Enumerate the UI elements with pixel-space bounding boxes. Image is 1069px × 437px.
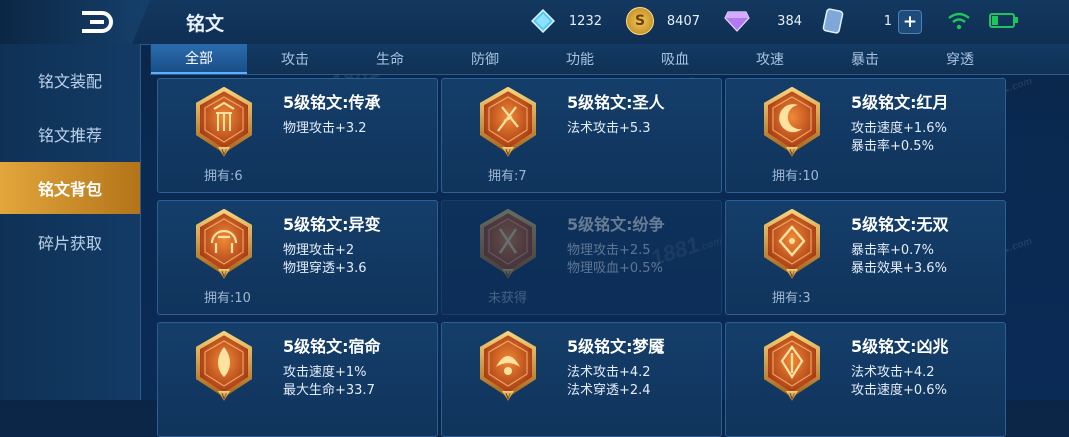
rune-emblem-icon [196, 331, 252, 403]
rune-emblem-icon [480, 209, 536, 281]
coin-counter: S 8407 [626, 7, 700, 35]
sidebar-item-equip[interactable]: 铭文装配 [0, 54, 140, 106]
rune-stat: 法术攻击+5.3 [567, 121, 651, 136]
gem-counter: 384 [724, 8, 802, 34]
sidebar-item-fragments[interactable]: 碎片获取 [0, 216, 140, 268]
rune-stat: 暴击效果+3.6% [851, 261, 947, 276]
tab-health[interactable]: 生命 [342, 44, 438, 74]
top-bar: 铭文 1232 S 8407 384 1 + [0, 0, 1069, 45]
tab-attack[interactable]: 攻击 [247, 44, 343, 74]
rune-name: 5级铭文:梦魇 [567, 337, 665, 356]
rune-card-suming[interactable]: 5级铭文:宿命 攻击速度+1% 最大生命+33.7 [157, 322, 438, 437]
back-button[interactable] [0, 0, 150, 44]
plus-icon: + [902, 12, 918, 32]
rune-emblem-icon [196, 87, 252, 159]
rune-card-hongyue[interactable]: 5级铭文:红月 攻击速度+1.6% 暴击率+0.5% 拥有:10 [725, 78, 1006, 193]
rune-card-chuancheng[interactable]: 5级铭文:传承 物理攻击+3.2 拥有:6 [157, 78, 438, 193]
rune-name: 5级铭文:红月 [851, 93, 949, 112]
owned-count: 拥有:3 [772, 291, 811, 306]
rune-stat: 暴击率+0.5% [851, 139, 934, 154]
rune-name: 5级铭文:纷争 [567, 215, 665, 234]
rune-card-shengren[interactable]: 5级铭文:圣人 法术攻击+5.3 拥有:7 [441, 78, 722, 193]
sidebar-item-backpack[interactable]: 铭文背包 [0, 162, 140, 214]
owned-count: 拥有:10 [204, 291, 251, 306]
rune-stat: 物理攻击+3.2 [283, 121, 367, 136]
gem-icon [724, 8, 750, 34]
rune-card-xiongzhao[interactable]: 5级铭文:凶兆 法术攻击+4.2 攻击速度+0.6% [725, 322, 1006, 437]
rune-emblem-icon [480, 331, 536, 403]
rune-card-fenzheng[interactable]: 5级铭文:纷争 物理攻击+2.5 物理吸血+0.5% 未获得 [441, 200, 722, 315]
rune-stat: 最大生命+33.7 [283, 383, 375, 398]
owned-count: 拥有:6 [204, 169, 243, 184]
rune-name: 5级铭文:传承 [283, 93, 381, 112]
rune-name: 5级铭文:异变 [283, 215, 381, 234]
diamond-counter: 1232 [530, 8, 602, 34]
tab-function[interactable]: 功能 [532, 44, 628, 74]
wifi-icon [948, 12, 970, 30]
sidebar-item-recommend[interactable]: 铭文推荐 [0, 108, 140, 160]
rune-card-mengyan[interactable]: 5级铭文:梦魇 法术攻击+4.2 法术穿透+2.4 [441, 322, 722, 437]
rune-stat: 物理吸血+0.5% [567, 261, 663, 276]
page-title: 铭文 [186, 13, 225, 35]
battery-icon [989, 13, 1018, 28]
rune-stat: 攻击速度+1.6% [851, 121, 947, 136]
owned-status: 未获得 [488, 291, 528, 306]
rune-stat: 物理攻击+2.5 [567, 243, 651, 258]
owned-count: 拥有:10 [772, 169, 819, 184]
rune-name: 5级铭文:无双 [851, 215, 949, 234]
rune-stat: 物理穿透+3.6 [283, 261, 367, 276]
filter-tabs: 全部 攻击 生命 防御 功能 吸血 攻速 暴击 穿透 [150, 44, 1069, 75]
rune-stat: 物理攻击+2 [283, 243, 355, 258]
rune-emblem-icon [196, 209, 252, 281]
rune-stat: 法术穿透+2.4 [567, 383, 651, 398]
tab-lifesteal[interactable]: 吸血 [627, 44, 723, 74]
rune-emblem-icon [764, 209, 820, 281]
back-arrow-icon [82, 11, 113, 33]
add-currency-button[interactable]: + [898, 10, 922, 34]
rune-emblem-icon [764, 87, 820, 159]
tab-penetration[interactable]: 穿透 [912, 44, 1008, 74]
coin-icon: S [626, 7, 654, 35]
rune-card-wushuang[interactable]: 5级铭文:无双 暴击率+0.7% 暴击效果+3.6% 拥有:3 [725, 200, 1006, 315]
rune-emblem-icon [764, 331, 820, 403]
sidebar: 铭文装配 铭文推荐 铭文背包 碎片获取 [0, 44, 141, 400]
rune-card-yibian[interactable]: 5级铭文:异变 物理攻击+2 物理穿透+3.6 拥有:10 [157, 200, 438, 315]
rune-name: 5级铭文:凶兆 [851, 337, 949, 356]
rune-stat: 暴击率+0.7% [851, 243, 934, 258]
tab-defense[interactable]: 防御 [437, 44, 533, 74]
owned-count: 拥有:7 [488, 169, 527, 184]
rune-stat: 攻击速度+1% [283, 365, 367, 380]
rune-stat: 攻击速度+0.6% [851, 383, 947, 398]
tab-crit[interactable]: 暴击 [817, 44, 913, 74]
rune-name: 5级铭文:宿命 [283, 337, 381, 356]
diamond-icon [530, 8, 556, 34]
rune-stat: 法术攻击+4.2 [567, 365, 651, 380]
card-counter: 1 [820, 8, 892, 34]
rune-name: 5级铭文:圣人 [567, 93, 665, 112]
rune-stat: 法术攻击+4.2 [851, 365, 935, 380]
tab-attack-speed[interactable]: 攻速 [722, 44, 818, 74]
card-icon [820, 8, 846, 34]
rune-emblem-icon [480, 87, 536, 159]
tab-all[interactable]: 全部 [151, 44, 247, 74]
